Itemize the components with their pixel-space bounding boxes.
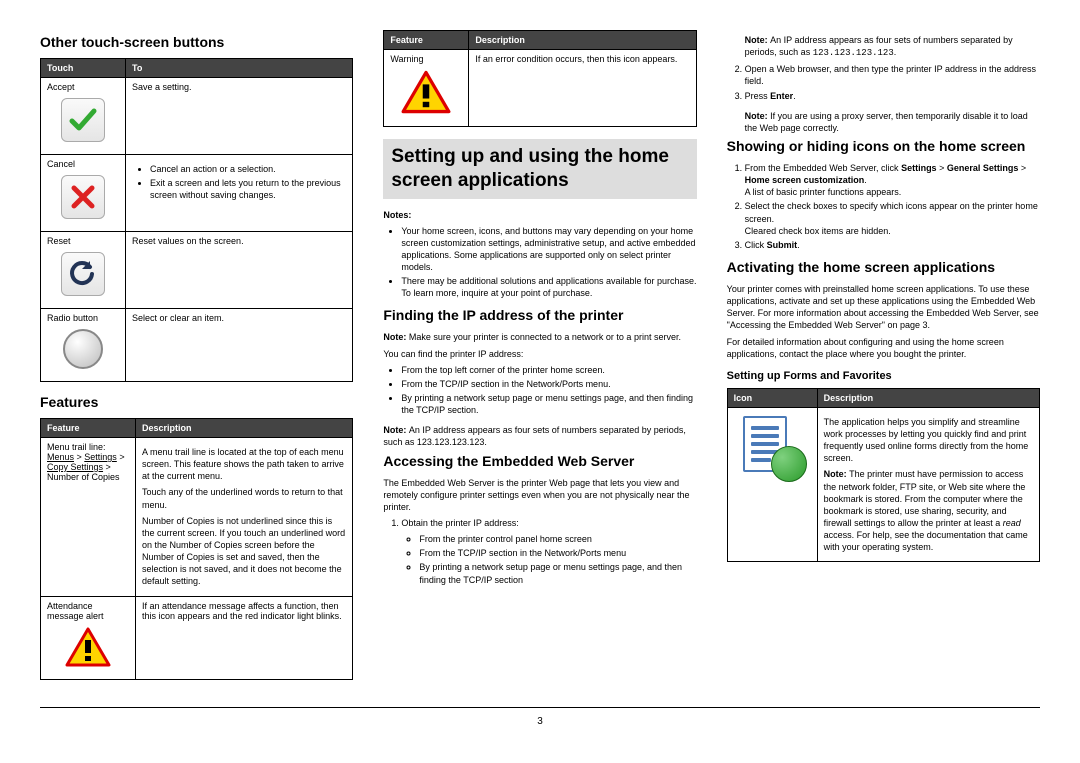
find-ip-lead: You can find the printer IP address: xyxy=(383,348,696,360)
cell-accept-label: Accept xyxy=(41,78,126,155)
heading-other-buttons: Other touch-screen buttons xyxy=(40,34,353,50)
accept-icon xyxy=(61,98,105,142)
table-touch-buttons: Touch To Accept Save a setting. Cancel xyxy=(40,58,353,382)
column-2: Feature Description Warning If an error … xyxy=(383,30,696,692)
cell-warning-desc: If an error condition occurs, then this … xyxy=(469,50,696,127)
cell-menu-trail-feature: Menu trail line: Menus > Settings > Copy… xyxy=(41,438,136,597)
warning-icon xyxy=(401,70,451,114)
heading-ews: Accessing the Embedded Web Server xyxy=(383,453,696,469)
column-1: Other touch-screen buttons Touch To Acce… xyxy=(40,30,353,692)
cell-reset-desc: Reset values on the screen. xyxy=(126,232,353,309)
page-number: 3 xyxy=(40,716,1040,727)
th-touch: Touch xyxy=(41,59,126,78)
heading-find-ip: Finding the IP address of the printer xyxy=(383,307,696,323)
section-band-setting-up: Setting up and using the home screen app… xyxy=(383,139,696,199)
table-warning: Feature Description Warning If an error … xyxy=(383,30,696,127)
warning-icon xyxy=(65,627,111,667)
heading-features: Features xyxy=(40,394,353,410)
note-find-ip: Note: Make sure your printer is connecte… xyxy=(383,331,696,343)
th-description: Description xyxy=(136,419,353,438)
th-to: To xyxy=(126,59,353,78)
heading-activating: Activating the home screen applications xyxy=(727,259,1040,275)
th-desc2: Description xyxy=(469,31,696,50)
note-ip-format: Note: An IP address appears as four sets… xyxy=(383,424,696,448)
cell-cancel-desc: Cancel an action or a selection. Exit a … xyxy=(126,155,353,232)
cell-forms-icon xyxy=(727,407,817,562)
cell-accept-desc: Save a setting. xyxy=(126,78,353,155)
note-proxy: Note: If you are using a proxy server, t… xyxy=(745,110,1040,134)
cell-attendance-feature: Attendance message alert xyxy=(41,596,136,679)
notes-label: Notes: xyxy=(383,209,696,221)
th-desc3: Description xyxy=(817,388,1039,407)
heading-forms: Setting up Forms and Favorites xyxy=(727,370,1040,382)
cell-reset-label: Reset xyxy=(41,232,126,309)
forms-favorites-icon xyxy=(737,412,807,482)
table-forms: Icon Description xyxy=(727,388,1040,563)
activating-p2: For detailed information about configuri… xyxy=(727,336,1040,360)
cell-radio-desc: Select or clear an item. xyxy=(126,309,353,382)
ews-para: The Embedded Web Server is the printer W… xyxy=(383,477,696,513)
th-feature2: Feature xyxy=(384,31,469,50)
cell-menu-trail-desc: A menu trail line is located at the top … xyxy=(136,438,353,597)
cell-radio-label: Radio button xyxy=(41,309,126,382)
table-features: Feature Description Menu trail line: Men… xyxy=(40,418,353,680)
cell-warning-feature: Warning xyxy=(384,50,469,127)
cell-attendance-desc: If an attendance message affects a funct… xyxy=(136,596,353,679)
show-hide-steps: From the Embedded Web Server, click Sett… xyxy=(727,162,1040,251)
heading-show-hide: Showing or hiding icons on the home scre… xyxy=(727,138,1040,154)
th-icon: Icon xyxy=(727,388,817,407)
page-columns: Other touch-screen buttons Touch To Acce… xyxy=(40,30,1040,708)
cancel-icon xyxy=(61,175,105,219)
cell-forms-desc: The application helps you simplify and s… xyxy=(817,407,1039,562)
ews-steps-cont: Open a Web browser, and then type the pr… xyxy=(727,63,1040,101)
column-3: Note: An IP address appears as four sets… xyxy=(727,30,1040,692)
note-ip-top: Note: An IP address appears as four sets… xyxy=(745,34,1040,59)
ews-steps: Obtain the printer IP address: From the … xyxy=(383,517,696,586)
radio-button-icon xyxy=(63,329,103,369)
notes-list: Your home screen, icons, and buttons may… xyxy=(383,225,696,300)
activating-p1: Your printer comes with preinstalled hom… xyxy=(727,283,1040,332)
cell-cancel-label: Cancel xyxy=(41,155,126,232)
th-feature: Feature xyxy=(41,419,136,438)
find-ip-list: From the top left corner of the printer … xyxy=(383,364,696,417)
reset-icon xyxy=(61,252,105,296)
